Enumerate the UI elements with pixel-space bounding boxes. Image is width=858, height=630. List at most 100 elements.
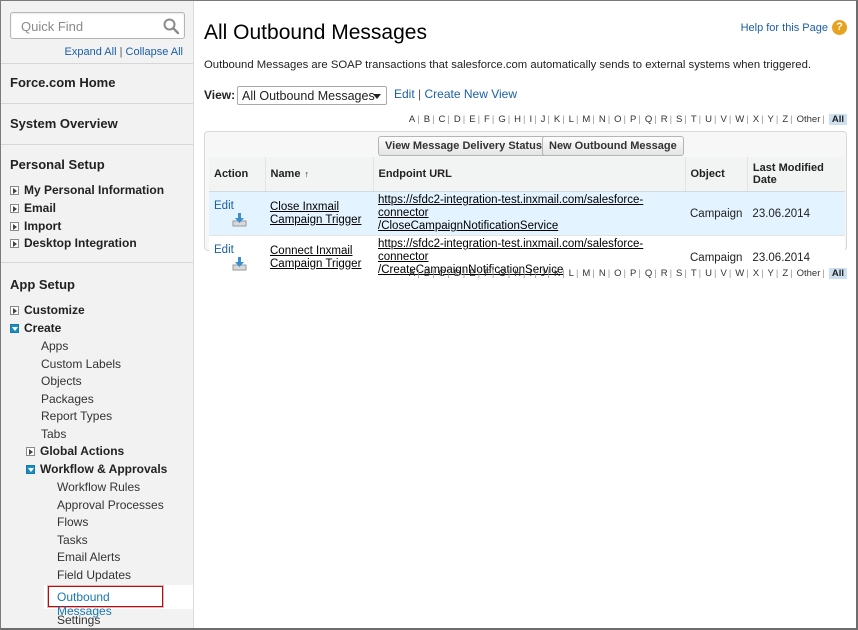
- quick-find-box[interactable]: [10, 12, 185, 39]
- alphabet-filter-q[interactable]: Q: [645, 114, 652, 125]
- tree-item-apps[interactable]: Apps: [41, 339, 68, 353]
- search-icon[interactable]: [162, 17, 180, 35]
- alphabet-filter-d[interactable]: D: [454, 268, 461, 279]
- tree-item-tasks[interactable]: Tasks: [57, 533, 88, 547]
- alphabet-filter-other[interactable]: Other: [797, 268, 821, 279]
- tree-item-desktop-integration[interactable]: Desktop Integration: [10, 236, 137, 250]
- collapse-all-link[interactable]: Collapse All: [126, 46, 183, 58]
- tree-item-email[interactable]: Email: [10, 201, 56, 215]
- alphabet-filter-i[interactable]: I: [530, 114, 533, 125]
- tree-item-tabs[interactable]: Tabs: [41, 427, 66, 441]
- alphabet-filter-i[interactable]: I: [530, 268, 533, 279]
- alphabet-filter-x[interactable]: X: [753, 114, 759, 125]
- expand-toggle-icon[interactable]: [26, 447, 35, 456]
- expand-toggle-icon[interactable]: [10, 239, 19, 248]
- tree-item-report-types[interactable]: Report Types: [41, 409, 112, 423]
- collapse-toggle-icon[interactable]: [10, 324, 19, 333]
- alphabet-filter-n[interactable]: N: [599, 268, 606, 279]
- alphabet-filter-v[interactable]: V: [720, 114, 726, 125]
- message-name-link[interactable]: Campaign Trigger: [270, 214, 368, 227]
- alphabet-filter-e[interactable]: E: [469, 114, 475, 125]
- alphabet-filter-o[interactable]: O: [614, 114, 621, 125]
- name-cell[interactable]: Close Inxmail Campaign Trigger: [265, 191, 373, 236]
- alphabet-filter-h[interactable]: H: [514, 114, 521, 125]
- edit-link[interactable]: Edit: [214, 244, 234, 256]
- expand-all-link[interactable]: Expand All: [65, 46, 117, 58]
- help-link[interactable]: Help for this Page: [741, 22, 828, 34]
- alphabet-filter-u[interactable]: U: [705, 268, 712, 279]
- alphabet-filter-f[interactable]: F: [484, 114, 490, 125]
- alphabet-filter-t[interactable]: T: [691, 114, 697, 125]
- tree-item-objects[interactable]: Objects: [41, 374, 82, 388]
- alphabet-filter-f[interactable]: F: [484, 268, 490, 279]
- alphabet-filter-e[interactable]: E: [469, 268, 475, 279]
- alphabet-filter-other[interactable]: Other: [797, 114, 821, 125]
- tree-item-settings[interactable]: Settings: [57, 613, 100, 627]
- alphabet-filter-u[interactable]: U: [705, 114, 712, 125]
- download-icon[interactable]: [232, 212, 247, 227]
- system-overview-link[interactable]: System Overview: [10, 116, 118, 131]
- alphabet-filter-j[interactable]: J: [541, 114, 546, 125]
- download-icon[interactable]: [232, 256, 247, 271]
- alphabet-filter-c[interactable]: C: [439, 268, 446, 279]
- endpoint-url-link[interactable]: https://sfdc2-integration-test.inxmail.c…: [378, 238, 680, 264]
- alphabet-filter-q[interactable]: Q: [645, 268, 652, 279]
- alphabet-filter-all[interactable]: All: [828, 268, 847, 279]
- alphabet-filter-a[interactable]: A: [409, 268, 415, 279]
- endpoint-url-link[interactable]: https://sfdc2-integration-test.inxmail.c…: [378, 194, 680, 220]
- alphabet-filter-d[interactable]: D: [454, 114, 461, 125]
- message-name-link[interactable]: Campaign Trigger: [270, 258, 368, 271]
- alphabet-filter-r[interactable]: R: [661, 114, 668, 125]
- alphabet-filter-n[interactable]: N: [599, 114, 606, 125]
- new-outbound-message-button[interactable]: New Outbound Message: [542, 136, 684, 156]
- alphabet-filter-p[interactable]: P: [630, 268, 636, 279]
- edit-link[interactable]: Edit: [214, 200, 234, 212]
- alphabet-filter-c[interactable]: C: [439, 114, 446, 125]
- tree-item-import[interactable]: Import: [10, 219, 61, 233]
- alphabet-filter-h[interactable]: H: [514, 268, 521, 279]
- alphabet-filter-y[interactable]: Y: [768, 114, 774, 125]
- tree-item-outbound-messages[interactable]: Outbound Messages: [48, 586, 163, 618]
- tree-item-custom-labels[interactable]: Custom Labels: [41, 357, 121, 371]
- alphabet-filter-k[interactable]: K: [554, 268, 560, 279]
- message-name-link[interactable]: Close Inxmail: [270, 201, 368, 214]
- alphabet-filter-v[interactable]: V: [720, 268, 726, 279]
- endpoint-cell[interactable]: https://sfdc2-integration-test.inxmail.c…: [373, 191, 685, 236]
- alphabet-filter-s[interactable]: S: [676, 114, 682, 125]
- alphabet-filter-z[interactable]: Z: [782, 268, 788, 279]
- alphabet-filter-all[interactable]: All: [828, 114, 847, 125]
- alphabet-filter-g[interactable]: G: [498, 114, 505, 125]
- tree-item-approval-processes[interactable]: Approval Processes: [57, 498, 164, 512]
- tree-item-workflow-rules[interactable]: Workflow Rules: [57, 480, 140, 494]
- expand-toggle-icon[interactable]: [10, 222, 19, 231]
- alphabet-filter-s[interactable]: S: [676, 268, 682, 279]
- alphabet-filter-l[interactable]: L: [569, 114, 574, 125]
- alphabet-filter-a[interactable]: A: [409, 114, 415, 125]
- alphabet-filter-b[interactable]: B: [424, 268, 430, 279]
- help-icon[interactable]: ?: [832, 20, 847, 35]
- edit-view-link[interactable]: Edit: [394, 87, 415, 101]
- tree-item-customize[interactable]: Customize: [10, 303, 85, 317]
- view-select[interactable]: All Outbound Messages: [237, 86, 387, 105]
- alphabet-filter-j[interactable]: J: [541, 268, 546, 279]
- alphabet-filter-l[interactable]: L: [569, 268, 574, 279]
- collapse-toggle-icon[interactable]: [26, 465, 35, 474]
- tree-item-email-alerts[interactable]: Email Alerts: [57, 550, 120, 564]
- tree-item-workflow-approvals[interactable]: Workflow & Approvals: [26, 462, 167, 476]
- tree-item-create[interactable]: Create: [10, 321, 61, 335]
- alphabet-filter-w[interactable]: W: [735, 114, 744, 125]
- tree-item-field-updates[interactable]: Field Updates: [57, 568, 131, 582]
- column-header-name[interactable]: Name ↑: [264, 157, 373, 192]
- alphabet-filter-r[interactable]: R: [661, 268, 668, 279]
- tree-item-flows[interactable]: Flows: [57, 515, 88, 529]
- endpoint-url-link[interactable]: /CloseCampaignNotificationService: [378, 220, 680, 233]
- alphabet-filter-w[interactable]: W: [735, 268, 744, 279]
- expand-toggle-icon[interactable]: [10, 306, 19, 315]
- alphabet-filter-o[interactable]: O: [614, 268, 621, 279]
- tree-item-my-personal-information[interactable]: My Personal Information: [10, 183, 164, 197]
- alphabet-filter-m[interactable]: M: [582, 114, 590, 125]
- name-cell[interactable]: Connect Inxmail Campaign Trigger: [265, 235, 373, 279]
- tree-item-packages[interactable]: Packages: [41, 392, 94, 406]
- force-home-link[interactable]: Force.com Home: [10, 75, 115, 90]
- alphabet-filter-b[interactable]: B: [424, 114, 430, 125]
